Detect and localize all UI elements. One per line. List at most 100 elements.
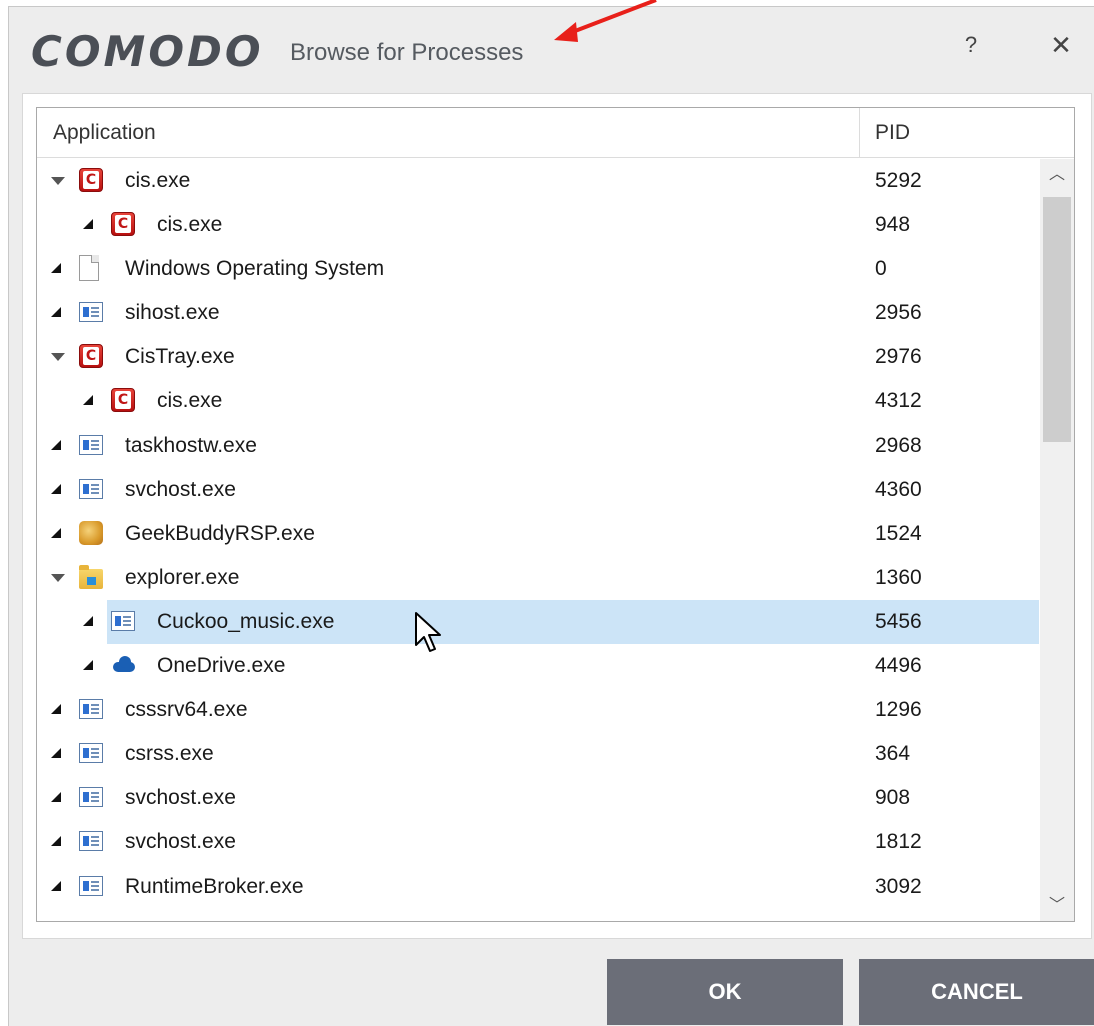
table-row[interactable]: cis.exe 4312 xyxy=(37,379,1039,423)
onedrive-cloud-icon xyxy=(111,656,135,673)
ok-button[interactable]: OK xyxy=(607,959,843,1025)
table-row[interactable]: RuntimeBroker.exe 3092 xyxy=(37,865,1039,909)
process-rows: cis.exe 5292 cis.exe 948 Windows Operating S… xyxy=(37,159,1039,909)
process-id: 5292 xyxy=(875,169,922,192)
scroll-down-icon[interactable]: ﹀ xyxy=(1040,890,1074,921)
process-id: 908 xyxy=(875,786,911,810)
help-button[interactable]: ? xyxy=(951,25,991,65)
collapse-arrow-icon[interactable] xyxy=(51,746,67,762)
process-id: 4360 xyxy=(875,477,922,501)
process-name: svchost.exe xyxy=(125,830,236,854)
table-row[interactable]: cis.exe 5292 xyxy=(37,159,1039,203)
table-row[interactable]: sihost.exe 2956 xyxy=(37,291,1039,335)
comodo-icon xyxy=(111,212,135,237)
process-name: RuntimeBroker.exe xyxy=(125,874,304,898)
table-row[interactable]: csrss.exe 364 xyxy=(37,732,1039,776)
process-name: GeekBuddyRSP.exe xyxy=(125,521,315,545)
collapse-arrow-icon[interactable] xyxy=(51,834,67,850)
process-id: 2968 xyxy=(875,433,922,457)
vertical-scrollbar[interactable]: ︿ ﹀ xyxy=(1040,159,1074,921)
process-id: 3092 xyxy=(875,874,922,898)
table-header: Application PID xyxy=(37,108,1074,158)
process-id: 4312 xyxy=(875,389,922,413)
process-table: Application PID cis.exe 5292 cis.exe 948 Win… xyxy=(36,107,1075,922)
dialog-title: Browse for Processes xyxy=(290,39,524,66)
table-row[interactable]: svchost.exe 1812 xyxy=(37,820,1039,864)
column-divider[interactable] xyxy=(859,108,860,158)
browse-processes-dialog: COMODO Browse for Processes ? ✕ Applicat… xyxy=(8,6,1094,1026)
application-icon xyxy=(79,434,103,455)
document-icon xyxy=(79,255,99,282)
process-name: CisTray.exe xyxy=(125,345,235,369)
application-icon xyxy=(79,302,103,323)
table-row[interactable]: taskhostw.exe 2968 xyxy=(37,424,1039,468)
table-row[interactable]: csssrv64.exe 1296 xyxy=(37,688,1039,732)
process-name: explorer.exe xyxy=(125,565,240,589)
table-row[interactable]: OneDrive.exe 4496 xyxy=(37,644,1039,688)
process-name: cis.exe xyxy=(125,169,191,192)
folder-icon xyxy=(79,564,103,589)
application-icon xyxy=(111,610,135,631)
scrollbar-thumb[interactable] xyxy=(1043,197,1071,442)
process-name: Windows Operating System xyxy=(125,257,385,281)
mouse-pointer-icon xyxy=(415,612,441,652)
cancel-button[interactable]: CANCEL xyxy=(859,959,1094,1025)
collapse-arrow-icon[interactable] xyxy=(51,261,67,277)
comodo-logo: COMODO xyxy=(31,27,264,76)
scroll-up-icon[interactable]: ︿ xyxy=(1040,159,1074,191)
process-name: svchost.exe xyxy=(125,786,236,810)
comodo-icon xyxy=(79,344,103,369)
table-row[interactable]: cis.exe 948 xyxy=(37,203,1039,247)
table-row[interactable]: CisTray.exe 2976 xyxy=(37,335,1039,379)
application-icon xyxy=(79,787,103,808)
process-id: 1812 xyxy=(875,830,922,854)
process-name: csssrv64.exe xyxy=(125,698,248,722)
table-row[interactable]: Cuckoo_music.exe 5456 xyxy=(37,599,1039,644)
process-list-panel: Application PID cis.exe 5292 cis.exe 948 Win… xyxy=(22,93,1092,939)
table-row[interactable]: explorer.exe 1360 xyxy=(37,556,1039,600)
process-id: 1360 xyxy=(875,565,922,589)
process-id: 1524 xyxy=(875,521,922,545)
application-icon xyxy=(79,699,103,720)
process-name: OneDrive.exe xyxy=(157,654,286,678)
table-row[interactable]: GeekBuddyRSP.exe 1524 xyxy=(37,512,1039,556)
table-row[interactable]: svchost.exe 4360 xyxy=(37,468,1039,512)
process-name: svchost.exe xyxy=(125,477,236,501)
collapse-arrow-icon[interactable] xyxy=(83,217,99,233)
process-id: 5456 xyxy=(875,609,922,633)
process-name: cis.exe xyxy=(157,213,223,237)
collapse-arrow-icon[interactable] xyxy=(51,438,67,454)
collapse-arrow-icon[interactable] xyxy=(51,482,67,498)
expand-arrow-down-icon[interactable] xyxy=(51,570,67,586)
collapse-arrow-icon[interactable] xyxy=(51,526,67,542)
process-id: 0 xyxy=(875,257,887,281)
collapse-arrow-icon[interactable] xyxy=(83,393,99,409)
close-button[interactable]: ✕ xyxy=(1041,25,1081,65)
collapse-arrow-icon[interactable] xyxy=(83,658,99,674)
comodo-icon xyxy=(111,388,135,413)
process-name: Cuckoo_music.exe xyxy=(157,609,335,633)
process-name: taskhostw.exe xyxy=(125,433,257,457)
process-id: 948 xyxy=(875,213,911,237)
process-id: 2956 xyxy=(875,301,922,325)
process-id: 2976 xyxy=(875,345,922,369)
annotation-arrow-icon xyxy=(554,0,657,42)
collapse-arrow-icon[interactable] xyxy=(51,702,67,718)
process-name: sihost.exe xyxy=(125,301,220,325)
process-name: csrss.exe xyxy=(125,742,214,766)
collapse-arrow-icon[interactable] xyxy=(51,790,67,806)
collapse-arrow-icon[interactable] xyxy=(51,879,67,895)
process-id: 1296 xyxy=(875,698,922,722)
process-id: 364 xyxy=(875,742,911,766)
process-id: 4496 xyxy=(875,654,922,678)
table-row[interactable]: Windows Operating System 0 xyxy=(37,247,1039,291)
expand-arrow-down-icon[interactable] xyxy=(51,349,67,365)
expand-arrow-down-icon[interactable] xyxy=(51,173,67,189)
table-row[interactable]: svchost.exe 908 xyxy=(37,776,1039,820)
application-icon xyxy=(79,875,103,896)
column-header-application[interactable]: Application xyxy=(53,108,156,158)
collapse-arrow-icon[interactable] xyxy=(83,614,99,630)
collapse-arrow-icon[interactable] xyxy=(51,305,67,321)
column-header-pid[interactable]: PID xyxy=(875,108,910,158)
process-name: cis.exe xyxy=(157,389,223,413)
